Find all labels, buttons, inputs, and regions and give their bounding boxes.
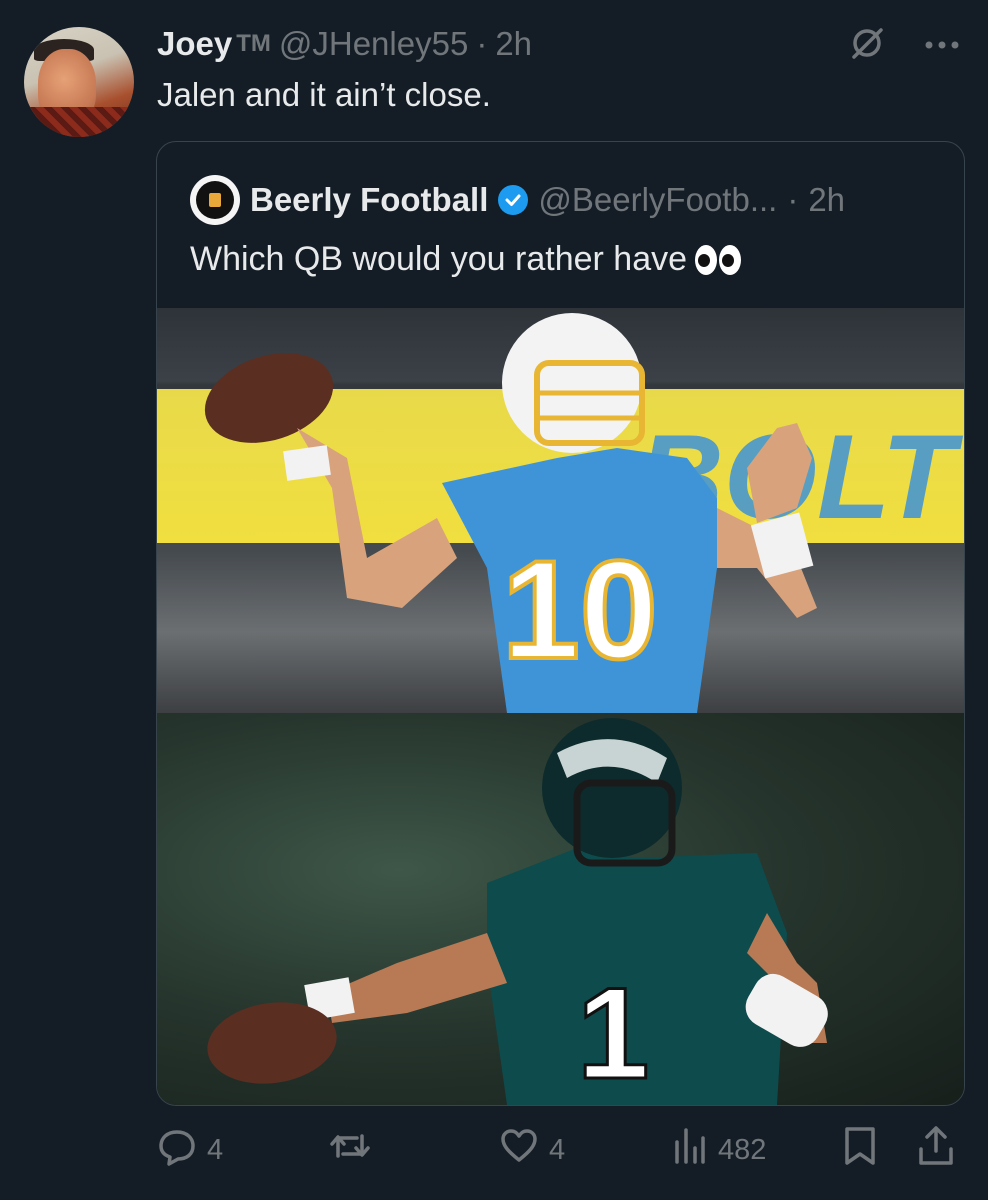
author-avatar[interactable] — [24, 27, 134, 137]
share-button[interactable] — [917, 1125, 955, 1175]
separator-dot: · — [476, 25, 488, 62]
bookmark-icon — [843, 1125, 877, 1175]
quoted-image-chargers-qb[interactable]: BOLT 10 — [157, 308, 964, 713]
reply-count: 4 — [207, 1133, 224, 1166]
jersey-number-1: 1 — [577, 960, 649, 1105]
repost-icon — [329, 1126, 371, 1174]
like-button[interactable]: 4 — [499, 1125, 565, 1175]
quoted-text-row: Which QB would you rather have — [190, 240, 742, 279]
quoted-avatar-logo[interactable] — [190, 175, 240, 225]
quoted-separator-dot: · — [787, 181, 799, 218]
like-count: 4 — [549, 1133, 566, 1166]
more-options-icon[interactable] — [924, 37, 960, 55]
author-badge: TM — [236, 30, 271, 57]
reply-icon — [157, 1126, 197, 1174]
bookmark-button[interactable] — [843, 1125, 877, 1175]
top-icons — [848, 24, 960, 67]
quoted-image-eagles-qb[interactable]: 1 — [157, 713, 964, 1105]
tweet-header: Joey TM @JHenley55 · 2h — [157, 22, 532, 66]
quoted-author-name[interactable]: Beerly Football — [250, 181, 488, 219]
avatar-shirt — [24, 107, 134, 137]
share-icon — [917, 1125, 955, 1175]
views-count: 482 — [718, 1133, 767, 1166]
eyes-emoji-icon — [695, 244, 742, 275]
jersey-number-10: 10 — [502, 531, 658, 688]
quoted-handle[interactable]: @BeerlyFootb... — [538, 181, 777, 219]
grok-icon[interactable] — [848, 24, 886, 67]
quoted-header: Beerly Football @BeerlyFootb... · 2h — [190, 175, 845, 225]
tweet-time[interactable]: 2h — [495, 25, 532, 63]
author-name[interactable]: Joey — [157, 25, 232, 63]
reply-button[interactable]: 4 — [157, 1125, 223, 1175]
quoted-tweet[interactable]: Beerly Football @BeerlyFootb... · 2h Whi… — [156, 141, 965, 1106]
author-handle[interactable]: @JHenley55 — [279, 25, 468, 63]
verified-badge-icon — [498, 185, 529, 215]
action-bar: 4 4 482 — [157, 1125, 962, 1175]
quoted-text: Which QB would you rather have — [190, 240, 688, 278]
quoted-time[interactable]: 2h — [808, 181, 845, 219]
tweet-text: Jalen and it ain’t close. — [157, 76, 491, 113]
views-icon — [672, 1126, 708, 1174]
views-button[interactable]: 482 — [672, 1125, 766, 1175]
repost-button[interactable] — [329, 1125, 381, 1175]
heart-icon — [499, 1126, 539, 1174]
